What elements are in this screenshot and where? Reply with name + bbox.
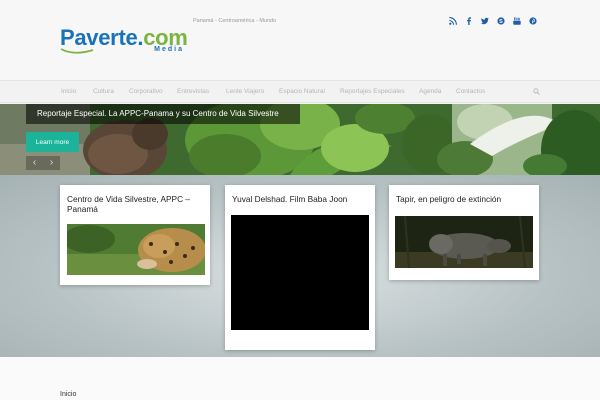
logo-swoosh-icon — [60, 48, 94, 54]
twitter-icon[interactable] — [481, 17, 489, 25]
nav-item-inicio[interactable]: Inicio — [61, 88, 76, 95]
breadcrumb-inicio[interactable]: Inicio — [60, 391, 76, 398]
slider-prev-button[interactable]: ‹ — [26, 156, 43, 170]
rss-icon[interactable] — [449, 17, 457, 25]
chevron-left-icon: ‹ — [32, 157, 37, 168]
card-tapir[interactable]: Tapir, en peligro de extinción — [389, 185, 539, 280]
slide-caption: Reportaje Especial. La APPC-Panama y su … — [26, 104, 300, 124]
logo-subtitle: Media — [154, 46, 184, 53]
video-player[interactable] — [231, 215, 369, 330]
featured-section: Centro de Vida Silvestre, APPC – Panamá … — [0, 175, 600, 357]
pinterest-icon[interactable] — [529, 17, 537, 25]
card-centro-vida-silvestre[interactable]: Centro de Vida Silvestre, APPC – Panamá — [60, 185, 210, 285]
nav-item-agenda[interactable]: Agenda — [419, 88, 441, 95]
nav-item-lente-viajero[interactable]: Lente Viajero — [226, 88, 264, 95]
nav-item-cultura[interactable]: Cultura — [93, 88, 114, 95]
skype-icon[interactable]: S — [497, 17, 505, 25]
nav-item-entrevistas[interactable]: Entrevistas — [177, 88, 209, 95]
card-thumbnail[interactable] — [395, 216, 533, 268]
svg-text:S: S — [499, 19, 503, 25]
site-header: Paverte.com Media Panamá - Centroamérica… — [0, 0, 600, 80]
search-icon[interactable] — [533, 88, 540, 95]
card-title[interactable]: Centro de Vida Silvestre, APPC – Panamá — [67, 194, 205, 214]
site-logo[interactable]: Paverte.com Media — [60, 25, 188, 63]
card-yuval-delshad[interactable]: Yuval Delshad. Film Baba Joon — [225, 185, 375, 350]
card-title[interactable]: Tapir, en peligro de extinción — [396, 194, 534, 204]
chevron-right-icon: › — [49, 157, 54, 168]
nav-item-espacio-natural[interactable]: Espacio Natural — [279, 88, 325, 95]
content-area: Inicio — [0, 357, 600, 400]
site-tagline: Panamá - Centroamérica - Mundo — [193, 18, 277, 24]
main-nav: Inicio Cultura Corporativo Entrevistas L… — [0, 80, 600, 103]
slider-next-button[interactable]: › — [43, 156, 60, 170]
nav-item-reportajes-especiales[interactable]: Reportajes Especiales — [340, 88, 405, 95]
slider-arrows: ‹ › — [26, 156, 60, 170]
learn-more-button[interactable]: Learn more — [26, 132, 79, 152]
youtube-icon[interactable] — [513, 17, 521, 25]
facebook-icon[interactable] — [465, 17, 473, 25]
nav-item-contactos[interactable]: Contactos — [456, 88, 485, 95]
card-title[interactable]: Yuval Delshad. Film Baba Joon — [232, 194, 370, 204]
card-thumbnail[interactable] — [67, 224, 205, 275]
social-links: S — [449, 17, 537, 25]
nav-item-corporativo[interactable]: Corporativo — [129, 88, 163, 95]
